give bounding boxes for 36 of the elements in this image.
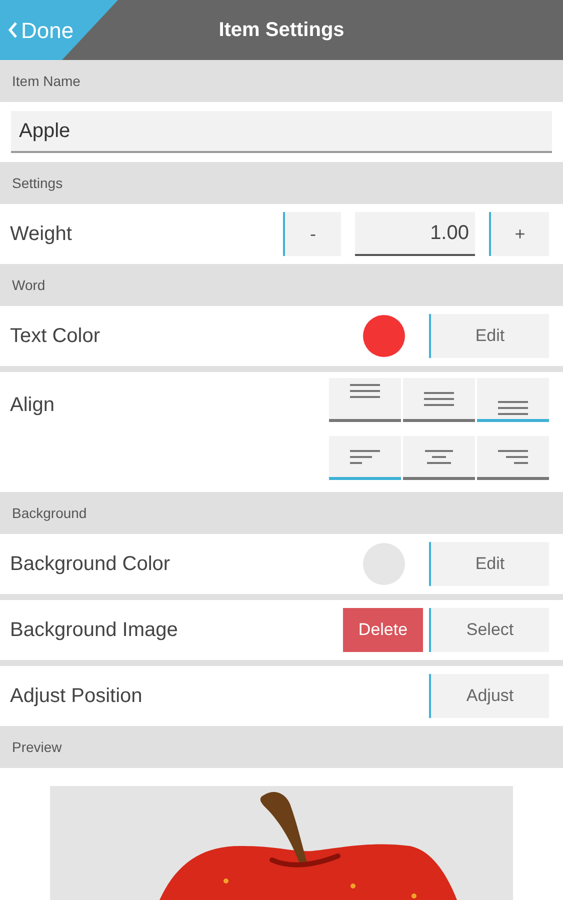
increment-button[interactable]: + bbox=[489, 212, 549, 256]
align-option[interactable] bbox=[329, 436, 401, 480]
row-label: Background Image bbox=[10, 618, 179, 643]
align-right-icon bbox=[498, 450, 528, 464]
delete-button[interactable]: Delete bbox=[343, 608, 423, 652]
align-option[interactable] bbox=[329, 378, 401, 422]
row-label: Text Color bbox=[10, 324, 102, 349]
action-button[interactable]: Adjust bbox=[429, 674, 549, 718]
edit-button[interactable]: Edit bbox=[429, 314, 549, 358]
section-label: Settings bbox=[12, 174, 63, 193]
weight-field[interactable]: 1.00 bbox=[355, 212, 475, 256]
color-swatch[interactable] bbox=[363, 315, 405, 357]
align-option[interactable] bbox=[403, 436, 475, 480]
chevron-left-icon bbox=[8, 21, 18, 39]
action-button[interactable]: Select bbox=[429, 608, 549, 652]
page-title: Item Settings bbox=[218, 18, 344, 43]
row-label: Align bbox=[10, 393, 56, 418]
section-label: Word bbox=[12, 276, 46, 294]
align-bottom-icon bbox=[498, 401, 528, 415]
align-center-icon bbox=[424, 450, 454, 464]
item-name-field[interactable]: Apple bbox=[11, 111, 552, 153]
align-left-icon bbox=[350, 450, 380, 464]
row-label: Background Color bbox=[10, 552, 172, 577]
section-label: Background bbox=[12, 504, 87, 523]
align-option[interactable] bbox=[403, 378, 475, 422]
decrement-button[interactable]: - bbox=[283, 212, 341, 256]
align-top-icon bbox=[350, 384, 380, 398]
color-swatch[interactable] bbox=[363, 543, 405, 585]
row-label: Adjust Position bbox=[10, 684, 144, 709]
row-label: Weight bbox=[10, 222, 73, 247]
align-middle-icon bbox=[424, 392, 454, 406]
section-label: Preview bbox=[12, 738, 62, 756]
edit-button[interactable]: Edit bbox=[429, 542, 549, 586]
align-option[interactable] bbox=[477, 378, 549, 422]
align-option[interactable] bbox=[477, 436, 549, 480]
section-label: Item Name bbox=[12, 72, 80, 90]
